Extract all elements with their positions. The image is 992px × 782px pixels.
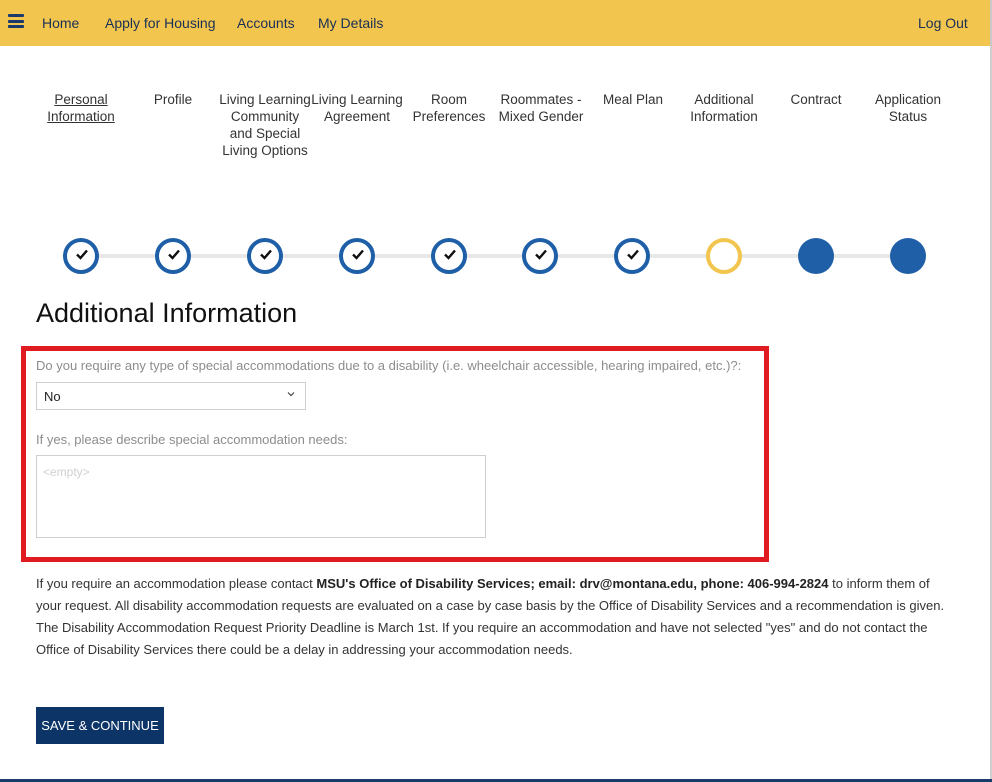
step-indicator-roommates[interactable] <box>522 238 558 274</box>
check-icon <box>76 249 88 260</box>
accommodation-select[interactable]: No <box>36 382 306 410</box>
check-icon <box>260 249 272 260</box>
step-indicator-room-preferences[interactable] <box>431 238 467 274</box>
check-icon <box>535 249 547 260</box>
nav-apply-for-housing[interactable]: Apply for Housing <box>105 15 216 31</box>
info-contact: MSU's Office of Disability Services; ema… <box>316 576 829 591</box>
nav-home[interactable]: Home <box>42 15 79 31</box>
chevron-down-icon <box>287 392 295 397</box>
describe-needs-label: If yes, please describe special accommod… <box>36 432 348 447</box>
step-indicator-living-learning-agreement[interactable] <box>339 238 375 274</box>
page-title: Additional Information <box>36 298 298 328</box>
step-label-living-learning-community: Living Learning Community and Special Li… <box>219 92 311 158</box>
accommodation-select-value: No <box>44 389 61 404</box>
check-icon <box>168 249 180 260</box>
check-icon <box>352 249 364 260</box>
step-label-room-preferences: Room Preferences <box>412 92 486 124</box>
check-icon <box>444 249 456 260</box>
step-indicator-personal-information[interactable] <box>63 238 99 274</box>
accommodation-info-text: If you require an accommodation please c… <box>36 573 956 661</box>
step-label-living-learning-agreement: Living Learning Agreement <box>311 92 403 124</box>
step-indicator-profile[interactable] <box>155 238 191 274</box>
step-label-meal-plan: Meal Plan <box>602 92 664 107</box>
info-intro: If you require an accommodation please c… <box>36 576 317 591</box>
accommodation-question-label: Do you require any type of special accom… <box>36 358 742 373</box>
step-indicator-meal-plan[interactable] <box>614 238 650 274</box>
step-label-additional-information: Additional Information <box>690 92 758 124</box>
step-indicator-additional-information <box>706 238 742 274</box>
top-nav-bar: Home Apply for Housing Accounts My Detai… <box>0 0 992 46</box>
step-label-application-status: Application Status <box>874 92 942 124</box>
step-indicator-living-learning-community[interactable] <box>247 238 283 274</box>
step-label-profile: Profile <box>153 92 193 107</box>
step-indicator-application-status <box>890 238 926 274</box>
step-label-personal-information[interactable]: Personal Information <box>35 91 127 125</box>
progress-track <box>80 254 908 258</box>
step-label-roommates: Roommates - Mixed Gender <box>498 92 584 124</box>
nav-accounts[interactable]: Accounts <box>237 15 295 31</box>
step-label-contract: Contract <box>790 92 842 107</box>
nav-log-out[interactable]: Log Out <box>918 15 968 31</box>
step-indicator-contract <box>798 238 834 274</box>
save-and-continue-button[interactable]: SAVE & CONTINUE <box>36 707 164 744</box>
check-icon <box>627 249 639 260</box>
nav-my-details[interactable]: My Details <box>318 15 383 31</box>
hamburger-icon[interactable] <box>8 14 24 28</box>
accommodation-needs-textarea[interactable] <box>36 455 486 538</box>
